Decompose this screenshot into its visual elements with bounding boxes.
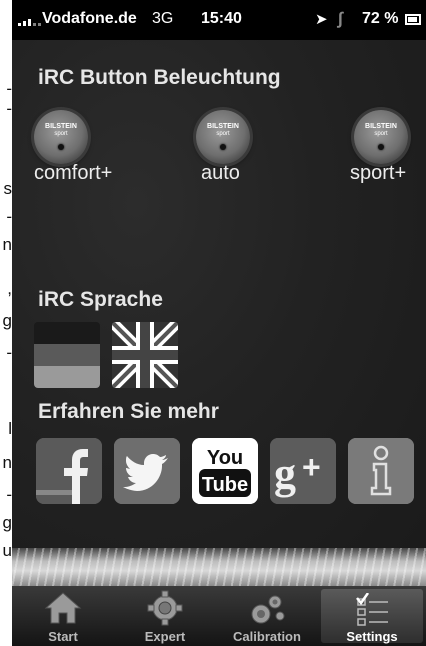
location-arrow-icon: ➤ [315, 11, 328, 28]
status-bar: Vodafone.de 3G 15:40 ➤ ∫ 72 % [12, 0, 426, 40]
edge-text-fragment: u [2, 542, 12, 560]
auto-button[interactable]: BILSTEIN sport [196, 110, 250, 164]
edge-text-fragment: - [6, 486, 12, 504]
more-section-title: Erfahren Sie mehr [38, 400, 219, 423]
youtube-you-text: You [207, 447, 243, 469]
youtube-tube-text: Tube [202, 474, 248, 496]
settings-panel: iRC Button Beleuchtung BILSTEIN sport com… [12, 40, 426, 585]
carrier-name: Vodafone.de [42, 10, 137, 27]
tab-calibration-label: Calibration [233, 629, 301, 644]
battery-percentage: 72 % [362, 10, 399, 27]
tab-bar: Start Expert Calibration Settings [12, 586, 426, 646]
google-plus-icon[interactable]: g + [270, 438, 336, 504]
checklist-icon [356, 593, 388, 626]
gears-icon [251, 595, 285, 624]
edge-text-fragment: n [2, 236, 12, 254]
edge-text-fragment: , [7, 280, 12, 298]
home-icon [44, 592, 82, 624]
edge-text-fragment: - [6, 100, 12, 118]
bilstein-logo: BILSTEIN sport [45, 123, 77, 137]
edge-text-fragment: s [3, 180, 13, 198]
comfort-plus-button[interactable]: BILSTEIN sport [34, 110, 88, 164]
status-time: 15:40 [201, 10, 242, 27]
network-type: 3G [152, 10, 174, 27]
german-flag-icon[interactable] [34, 322, 100, 388]
page: - - s - n , g - l n - g u Vodafone.de 3G… [0, 0, 426, 646]
facebook-icon[interactable] [36, 438, 102, 504]
auto-label: auto [201, 162, 240, 184]
battery-icon [405, 14, 421, 25]
bilstein-logo: BILSTEIN sport [207, 123, 239, 137]
indicator-led [58, 144, 64, 150]
tab-calibration[interactable]: Calibration [216, 586, 318, 646]
phone-screen: Vodafone.de 3G 15:40 ➤ ∫ 72 % iRC Button… [12, 0, 426, 646]
edge-text-fragment: - [6, 344, 12, 362]
edge-text-fragment: g [2, 312, 12, 330]
tab-expert[interactable]: Expert [114, 586, 216, 646]
edge-text-fragment: g [2, 514, 12, 532]
tab-start[interactable]: Start [12, 586, 114, 646]
youtube-icon[interactable]: You Tube [192, 438, 258, 504]
tab-settings-label: Settings [346, 629, 398, 644]
tab-settings[interactable]: Settings [321, 589, 423, 644]
edge-text-fragment: n [2, 454, 12, 472]
svg-text:g: g [274, 449, 296, 498]
edge-text-fragment: - [6, 80, 12, 98]
indicator-led [378, 144, 384, 150]
tab-expert-label: Expert [144, 629, 186, 644]
svg-text:+: + [302, 449, 321, 485]
sport-plus-label: sport+ [350, 162, 407, 184]
edge-text-fragment: - [6, 208, 12, 226]
edge-text-fragment: l [8, 420, 12, 438]
bluetooth-icon: ∫ [338, 9, 343, 28]
comfort-plus-label: comfort+ [34, 162, 113, 184]
signal-icon [18, 14, 41, 26]
uk-flag-icon[interactable] [112, 322, 178, 388]
info-icon[interactable] [348, 438, 414, 504]
sport-plus-button[interactable]: BILSTEIN sport [354, 110, 408, 164]
indicator-led [220, 144, 226, 150]
twitter-icon[interactable] [114, 438, 180, 504]
tab-start-label: Start [48, 629, 78, 644]
bilstein-logo: BILSTEIN sport [365, 123, 397, 137]
chalk-divider [12, 548, 426, 586]
language-section-title: iRC Sprache [38, 288, 163, 311]
lighting-section-title: iRC Button Beleuchtung [38, 66, 281, 89]
gear-icon [147, 590, 183, 626]
